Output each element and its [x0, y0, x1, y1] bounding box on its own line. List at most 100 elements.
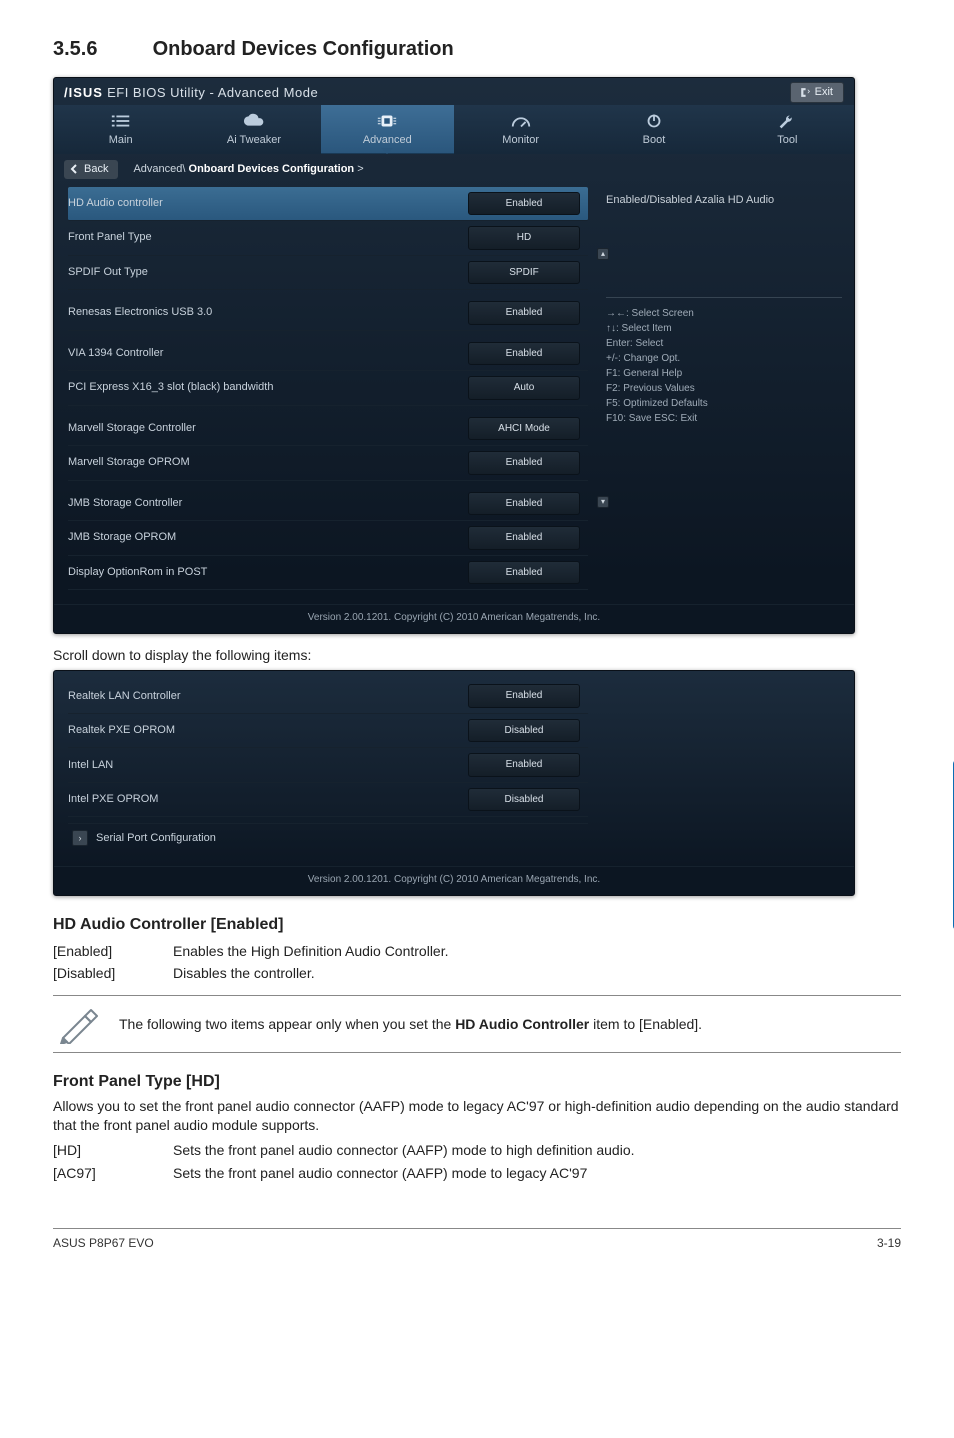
- pen-icon: [57, 1004, 101, 1044]
- setting-label: VIA 1394 Controller: [68, 346, 163, 361]
- setting-value[interactable]: Enabled: [468, 684, 580, 708]
- setting-label: HD Audio controller: [68, 196, 163, 211]
- tab-ai-tweaker[interactable]: Ai Tweaker: [187, 105, 320, 154]
- bios-setting-row[interactable]: SPDIF Out Type SPDIF: [68, 256, 588, 291]
- bios-setting-row[interactable]: Realtek LAN ControllerEnabled: [68, 679, 588, 714]
- bios-tab-row: Main Ai Tweaker Advanced Monitor Boot To…: [54, 105, 854, 154]
- option-row: [Disabled] Disables the controller.: [53, 962, 449, 985]
- back-arrow-icon: [70, 164, 80, 174]
- tab-label: Boot: [643, 134, 666, 146]
- chevron-right-icon: ›: [72, 830, 88, 846]
- frontpanel-option-list: [HD] Sets the front panel audio connecto…: [53, 1139, 635, 1185]
- option-row: [AC97] Sets the front panel audio connec…: [53, 1162, 635, 1185]
- bios-setting-row[interactable]: HD Audio controller Enabled: [68, 187, 588, 222]
- option-desc: Enables the High Definition Audio Contro…: [173, 940, 449, 963]
- setting-value[interactable]: Enabled: [468, 492, 580, 516]
- key-help-line: F5: Optimized Defaults: [606, 396, 842, 411]
- setting-value[interactable]: Enabled: [468, 753, 580, 777]
- option-desc: Sets the front panel audio connector (AA…: [173, 1162, 635, 1185]
- footer-right: 3-19: [877, 1235, 901, 1251]
- setting-label: Marvell Storage OPROM: [68, 455, 190, 470]
- note-box: The following two items appear only when…: [53, 995, 901, 1053]
- option-desc: Sets the front panel audio connector (AA…: [173, 1139, 635, 1162]
- bios-window: /ISUS EFI BIOS Utility - Advanced Mode E…: [53, 77, 855, 634]
- bios-setting-row[interactable]: JMB Storage OPROM Enabled: [68, 521, 588, 556]
- key-help-line: →←: Select Screen: [606, 306, 842, 321]
- setting-label: Intel PXE OPROM: [68, 792, 158, 807]
- setting-value[interactable]: Enabled: [468, 301, 580, 325]
- section-heading: 3.5.6 Onboard Devices Configuration: [53, 36, 901, 63]
- setting-value[interactable]: SPDIF: [468, 261, 580, 285]
- section-number: 3.5.6: [53, 36, 147, 63]
- serial-port-config-row[interactable]: › Serial Port Configuration: [68, 823, 588, 852]
- key-help-line: Enter: Select: [606, 336, 842, 351]
- bios-setting-row[interactable]: Display OptionRom in POST Enabled: [68, 556, 588, 591]
- note-pre: The following two items appear only when…: [119, 1016, 455, 1032]
- chip-icon: [376, 113, 398, 129]
- bios-setting-row[interactable]: Front Panel TypeHD: [68, 221, 588, 256]
- frontpanel-heading: Front Panel Type [HD]: [53, 1071, 901, 1093]
- breadcrumb-pre: Advanced\: [133, 163, 188, 175]
- bios-setting-row[interactable]: Marvell Storage ControllerAHCI Mode: [68, 412, 588, 447]
- setting-value[interactable]: Disabled: [468, 788, 580, 812]
- cloud-icon: [243, 113, 265, 129]
- hdaudio-option-list: [Enabled] Enables the High Definition Au…: [53, 940, 449, 986]
- key-help-line: ↑↓: Select Item: [606, 321, 842, 336]
- setting-value[interactable]: AHCI Mode: [468, 417, 580, 441]
- tab-tool[interactable]: Tool: [721, 105, 854, 154]
- bios-setting-row[interactable]: Marvell Storage OPROM Enabled: [68, 446, 588, 481]
- bios-settings-list: HD Audio controller Enabled Front Panel Ty…: [54, 185, 596, 605]
- bios-brand: /ISUS: [64, 85, 103, 100]
- back-button[interactable]: Back: [64, 160, 118, 179]
- setting-label: SPDIF Out Type: [68, 265, 148, 280]
- option-key: [Disabled]: [53, 962, 173, 985]
- breadcrumb-post: >: [354, 163, 363, 175]
- bios-window-2: Realtek LAN ControllerEnabledRealtek PXE…: [53, 670, 855, 896]
- bios-setting-row[interactable]: VIA 1394 Controller Enabled: [68, 337, 588, 372]
- bios-title: /ISUS EFI BIOS Utility - Advanced Mode: [64, 84, 318, 102]
- note-text: The following two items appear only when…: [119, 1015, 702, 1034]
- bios-copyright-2: Version 2.00.1201. Copyright (C) 2010 Am…: [54, 866, 854, 895]
- bios-setting-row[interactable]: JMB Storage Controller Enabled: [68, 487, 588, 522]
- bios-setting-row[interactable]: Intel LAN Enabled: [68, 748, 588, 783]
- setting-value[interactable]: Enabled: [468, 561, 580, 585]
- setting-value[interactable]: Auto: [468, 376, 580, 400]
- setting-value[interactable]: Enabled: [468, 526, 580, 550]
- note-bold: HD Audio Controller: [455, 1016, 589, 1032]
- exit-button[interactable]: Exit: [790, 82, 844, 103]
- setting-label: JMB Storage Controller: [68, 496, 182, 511]
- option-desc: Disables the controller.: [173, 962, 449, 985]
- setting-label: Intel LAN: [68, 758, 113, 773]
- setting-value[interactable]: Enabled: [468, 342, 580, 366]
- bios-settings-list-2: Realtek LAN ControllerEnabledRealtek PXE…: [54, 671, 596, 866]
- key-help-line: F10: Save ESC: Exit: [606, 411, 842, 426]
- tab-label: Ai Tweaker: [227, 134, 281, 146]
- setting-value[interactable]: Enabled: [468, 192, 580, 216]
- setting-value[interactable]: Disabled: [468, 719, 580, 743]
- bios-setting-row[interactable]: Realtek PXE OPROMDisabled: [68, 714, 588, 749]
- bios-help-panel-2: [596, 671, 854, 866]
- setting-value[interactable]: HD: [468, 226, 580, 250]
- footer-left: ASUS P8P67 EVO: [53, 1235, 154, 1251]
- setting-label: JMB Storage OPROM: [68, 530, 176, 545]
- list-icon: [110, 113, 132, 129]
- bios-scrollbar[interactable]: ▴ ▾: [598, 248, 608, 508]
- scroll-down-icon[interactable]: ▾: [597, 496, 609, 508]
- frontpanel-desc: Allows you to set the front panel audio …: [53, 1097, 901, 1135]
- tab-advanced[interactable]: Advanced: [321, 105, 454, 154]
- note-post: item to [Enabled].: [589, 1016, 702, 1032]
- bios-setting-row[interactable]: Renesas Electronics USB 3.0Enabled: [68, 296, 588, 331]
- scroll-up-icon[interactable]: ▴: [597, 248, 609, 260]
- option-row: [HD] Sets the front panel audio connecto…: [53, 1139, 635, 1162]
- bios-copyright: Version 2.00.1201. Copyright (C) 2010 Am…: [54, 604, 854, 633]
- bios-setting-row[interactable]: PCI Express X16_3 slot (black) bandwidth…: [68, 371, 588, 406]
- tab-monitor[interactable]: Monitor: [454, 105, 587, 154]
- tab-main[interactable]: Main: [54, 105, 187, 154]
- breadcrumb-bold: Onboard Devices Configuration: [189, 163, 355, 175]
- setting-label: Display OptionRom in POST: [68, 565, 207, 580]
- bios-setting-row[interactable]: Intel PXE OPROM Disabled: [68, 783, 588, 818]
- setting-value[interactable]: Enabled: [468, 451, 580, 475]
- option-row: [Enabled] Enables the High Definition Au…: [53, 940, 449, 963]
- back-label: Back: [84, 162, 108, 177]
- tab-boot[interactable]: Boot: [587, 105, 720, 154]
